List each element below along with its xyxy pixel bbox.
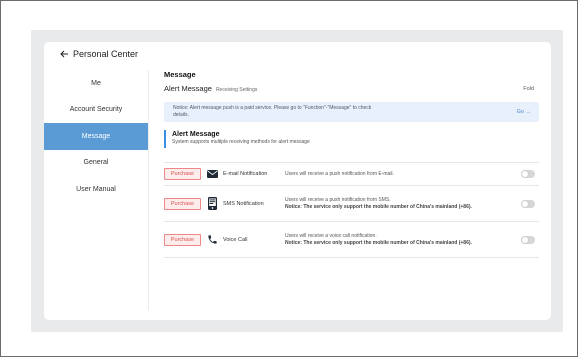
section-description: System supports multiple receiving metho… <box>172 139 310 145</box>
window-frame: Personal Center Me Account Security Mess… <box>0 0 578 357</box>
section-title: Alert Message <box>172 131 220 138</box>
list-item-email: Purchase E-mail Notification Users will … <box>164 162 539 186</box>
subhead-title: Alert Message <box>164 84 212 93</box>
section-header: Alert Message System supports multiple r… <box>164 130 539 148</box>
notice-text-line2: details. <box>173 111 189 118</box>
back-link[interactable]: Personal Center <box>60 49 138 59</box>
purchase-button[interactable]: Purchase <box>164 168 201 180</box>
go-link[interactable]: Go → <box>517 109 531 116</box>
sidebar-item-account-security[interactable]: Account Security <box>44 97 148 124</box>
sidebar-item-user-manual[interactable]: User Manual <box>44 176 148 203</box>
row-description: Users will receive a voice call notifica… <box>285 233 500 246</box>
row-description: Users will receive a push notification f… <box>285 171 500 178</box>
main-panel: Message Alert Message Receiving Settings… <box>164 70 539 258</box>
back-link-label: Personal Center <box>73 49 139 59</box>
notification-method-list: Purchase E-mail Notification Users will … <box>164 162 539 258</box>
phone-handset-icon <box>205 233 219 247</box>
list-item-sms: Purchase SMS Notification Users will rec… <box>164 186 539 222</box>
sidebar-item-me[interactable]: Me <box>44 70 148 97</box>
row-label: SMS Notification <box>223 200 264 207</box>
paid-service-notice: Notice: Alert message push is a paid ser… <box>164 102 539 122</box>
settings-card: Personal Center Me Account Security Mess… <box>44 42 551 320</box>
row-description-notice: Notice: The service only support the mob… <box>285 239 472 246</box>
toggle-knob <box>521 235 529 244</box>
row-description: Users will receive a push notification f… <box>285 197 500 210</box>
phone-device-icon <box>205 197 219 211</box>
row-label: E-mail Notification <box>223 171 268 177</box>
email-toggle[interactable] <box>521 170 535 178</box>
arrow-left-icon <box>60 50 69 58</box>
sidebar-item-message[interactable]: Message <box>44 123 148 150</box>
row-description-notice: Notice: The service only support the mob… <box>285 203 472 210</box>
subhead-caption: Receiving Settings <box>215 87 258 93</box>
fold-button[interactable]: Fold <box>523 86 534 92</box>
toggle-knob <box>521 170 529 178</box>
list-item-voice-call: Purchase Voice Call Users will receive a… <box>164 222 539 258</box>
envelope-icon <box>205 167 219 181</box>
purchase-button[interactable]: Purchase <box>164 197 201 210</box>
sidebar: Me Account Security Message General User… <box>44 70 149 310</box>
page-title: Message <box>164 70 196 79</box>
sidebar-item-general[interactable]: General <box>44 150 148 177</box>
sms-toggle[interactable] <box>521 199 535 208</box>
purchase-button[interactable]: Purchase <box>164 233 201 246</box>
toggle-knob <box>521 199 529 208</box>
row-label: Voice Call <box>223 236 248 243</box>
row-description-text: Users will receive a push notification f… <box>285 170 394 177</box>
alert-message-subhead: Alert Message Receiving Settings Fold <box>164 84 539 96</box>
voice-call-toggle[interactable] <box>521 235 535 244</box>
